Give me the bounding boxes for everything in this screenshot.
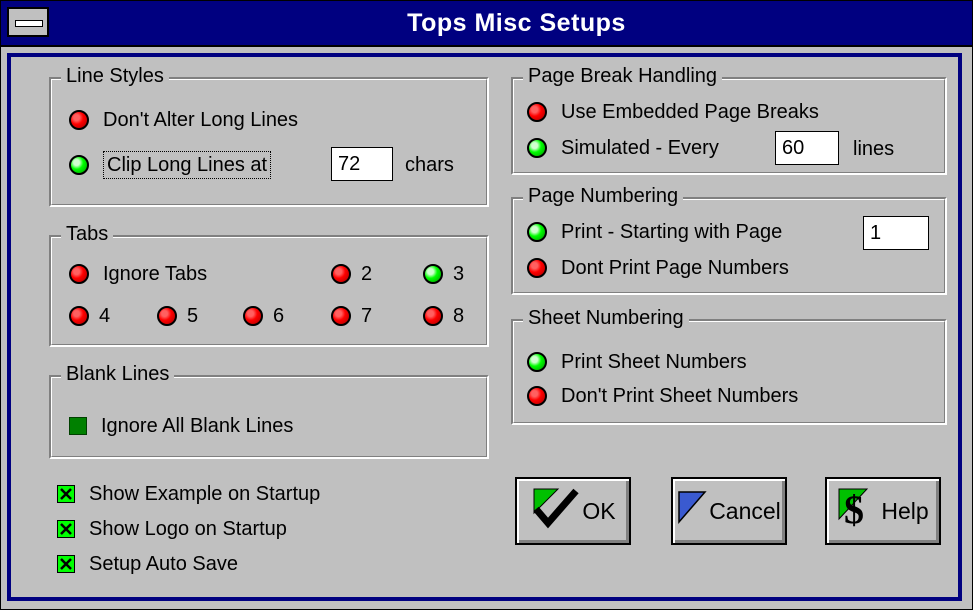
- option-label: Ignore Tabs: [103, 263, 208, 285]
- dont-print-page-numbers-option[interactable]: Dont Print Page Numbers: [527, 255, 789, 281]
- led-off-icon: [157, 306, 177, 326]
- window-title: Tops Misc Setups: [407, 9, 626, 37]
- option-label: Ignore All Blank Lines: [101, 415, 294, 437]
- page-numbering-group: Page Numbering Print - Starting with Pag…: [511, 183, 947, 295]
- tab-3-option[interactable]: 3: [423, 261, 464, 287]
- sheet-numbering-legend: Sheet Numbering: [523, 305, 689, 331]
- sheet-numbering-group: Sheet Numbering Print Sheet Numbers Don'…: [511, 305, 947, 425]
- print-starting-with-page-option[interactable]: Print - Starting with Page: [527, 219, 782, 245]
- print-sheet-numbers-option[interactable]: Print Sheet Numbers: [527, 349, 747, 375]
- option-label: Don't Alter Long Lines: [103, 109, 299, 131]
- option-label: 7: [361, 305, 373, 327]
- led-on-icon: [69, 155, 89, 175]
- blank-lines-legend: Blank Lines: [61, 361, 175, 387]
- tab-8-option[interactable]: 8: [423, 303, 464, 329]
- option-label: Dont Print Page Numbers: [561, 257, 789, 279]
- led-off-icon: [69, 110, 89, 130]
- page-numbering-legend: Page Numbering: [523, 183, 684, 209]
- led-off-icon: [527, 258, 547, 278]
- tab-2-option[interactable]: 2: [331, 261, 372, 287]
- led-off-icon: [69, 306, 89, 326]
- line-styles-legend: Line Styles: [61, 63, 169, 89]
- led-off-icon: [243, 306, 263, 326]
- led-off-icon: [527, 386, 547, 406]
- option-label: Use Embedded Page Breaks: [561, 101, 819, 123]
- dont-alter-long-lines-option[interactable]: Don't Alter Long Lines: [69, 107, 298, 133]
- system-menu-button[interactable]: [7, 7, 49, 37]
- start-page-input[interactable]: 1: [863, 216, 929, 250]
- tab-4-option[interactable]: 4: [69, 303, 110, 329]
- option-label: Show Logo on Startup: [89, 518, 287, 540]
- dont-print-sheet-numbers-option[interactable]: Don't Print Sheet Numbers: [527, 383, 798, 409]
- show-logo-checkbox[interactable]: Show Logo on Startup: [57, 516, 287, 542]
- option-label: 8: [453, 305, 465, 327]
- option-label: 5: [187, 305, 199, 327]
- option-label: Print - Starting with Page: [561, 221, 783, 243]
- option-label: Clip Long Lines at: [103, 151, 272, 179]
- led-off-icon: [69, 264, 89, 284]
- led-on-icon: [527, 138, 547, 158]
- option-label: Simulated - Every: [561, 137, 719, 159]
- checkbox-checked-icon: [57, 520, 75, 538]
- checkmark-icon: [530, 485, 580, 537]
- checkbox-checked-icon: [57, 485, 75, 503]
- option-label: Show Example on Startup: [89, 483, 321, 505]
- led-off-icon: [331, 306, 351, 326]
- clip-long-lines-option[interactable]: Clip Long Lines at: [69, 151, 272, 179]
- dialog-window: Tops Misc Setups Line Styles Don't Alter…: [0, 0, 973, 610]
- help-dollar-icon: $: [837, 485, 871, 537]
- ok-button[interactable]: OK: [515, 477, 631, 545]
- cancel-label: Cancel: [709, 497, 781, 524]
- system-menu-icon: [15, 20, 43, 27]
- simulated-every-option[interactable]: Simulated - Every: [527, 135, 719, 161]
- option-label: Don't Print Sheet Numbers: [561, 385, 799, 407]
- cancel-button[interactable]: Cancel: [671, 477, 787, 545]
- help-button[interactable]: $ Help: [825, 477, 941, 545]
- setup-auto-save-checkbox[interactable]: Setup Auto Save: [57, 551, 238, 577]
- svg-text:$: $: [844, 487, 864, 531]
- checkbox-checked-icon: [57, 555, 75, 573]
- title-bar[interactable]: Tops Misc Setups: [1, 1, 972, 47]
- blank-lines-group: Blank Lines Ignore All Blank Lines: [49, 361, 489, 459]
- clip-unit-label: chars: [405, 154, 454, 176]
- checkbox-unchecked-icon: [69, 417, 87, 435]
- page-break-lines-input[interactable]: 60: [775, 131, 839, 165]
- use-embedded-breaks-option[interactable]: Use Embedded Page Breaks: [527, 99, 819, 125]
- led-off-icon: [331, 264, 351, 284]
- tab-7-option[interactable]: 7: [331, 303, 372, 329]
- led-on-icon: [527, 352, 547, 372]
- tab-6-option[interactable]: 6: [243, 303, 284, 329]
- dialog-body: Line Styles Don't Alter Long Lines Clip …: [7, 53, 962, 601]
- option-label: 3: [453, 263, 465, 285]
- show-example-checkbox[interactable]: Show Example on Startup: [57, 481, 320, 507]
- option-label: Print Sheet Numbers: [561, 351, 747, 373]
- tab-ignore-option[interactable]: Ignore Tabs: [69, 261, 207, 287]
- led-on-icon: [423, 264, 443, 284]
- ok-label: OK: [582, 497, 616, 524]
- tab-5-option[interactable]: 5: [157, 303, 198, 329]
- clip-chars-input[interactable]: 72: [331, 147, 393, 181]
- led-off-icon: [423, 306, 443, 326]
- tabs-legend: Tabs: [61, 221, 114, 247]
- line-styles-group: Line Styles Don't Alter Long Lines Clip …: [49, 63, 489, 207]
- option-label: Setup Auto Save: [89, 553, 239, 575]
- page-break-group: Page Break Handling Use Embedded Page Br…: [511, 63, 947, 175]
- option-label: 6: [273, 305, 285, 327]
- page-break-unit-label: lines: [853, 138, 895, 160]
- option-label: 4: [99, 305, 111, 327]
- help-label: Help: [881, 497, 929, 524]
- page-break-legend: Page Break Handling: [523, 63, 723, 89]
- led-on-icon: [527, 222, 547, 242]
- led-off-icon: [527, 102, 547, 122]
- option-label: 2: [361, 263, 373, 285]
- tabs-group: Tabs Ignore Tabs 2 3 4 5 6 7 8: [49, 221, 489, 347]
- cancel-triangle-icon: [677, 488, 707, 534]
- ignore-blank-lines-checkbox[interactable]: Ignore All Blank Lines: [69, 413, 293, 439]
